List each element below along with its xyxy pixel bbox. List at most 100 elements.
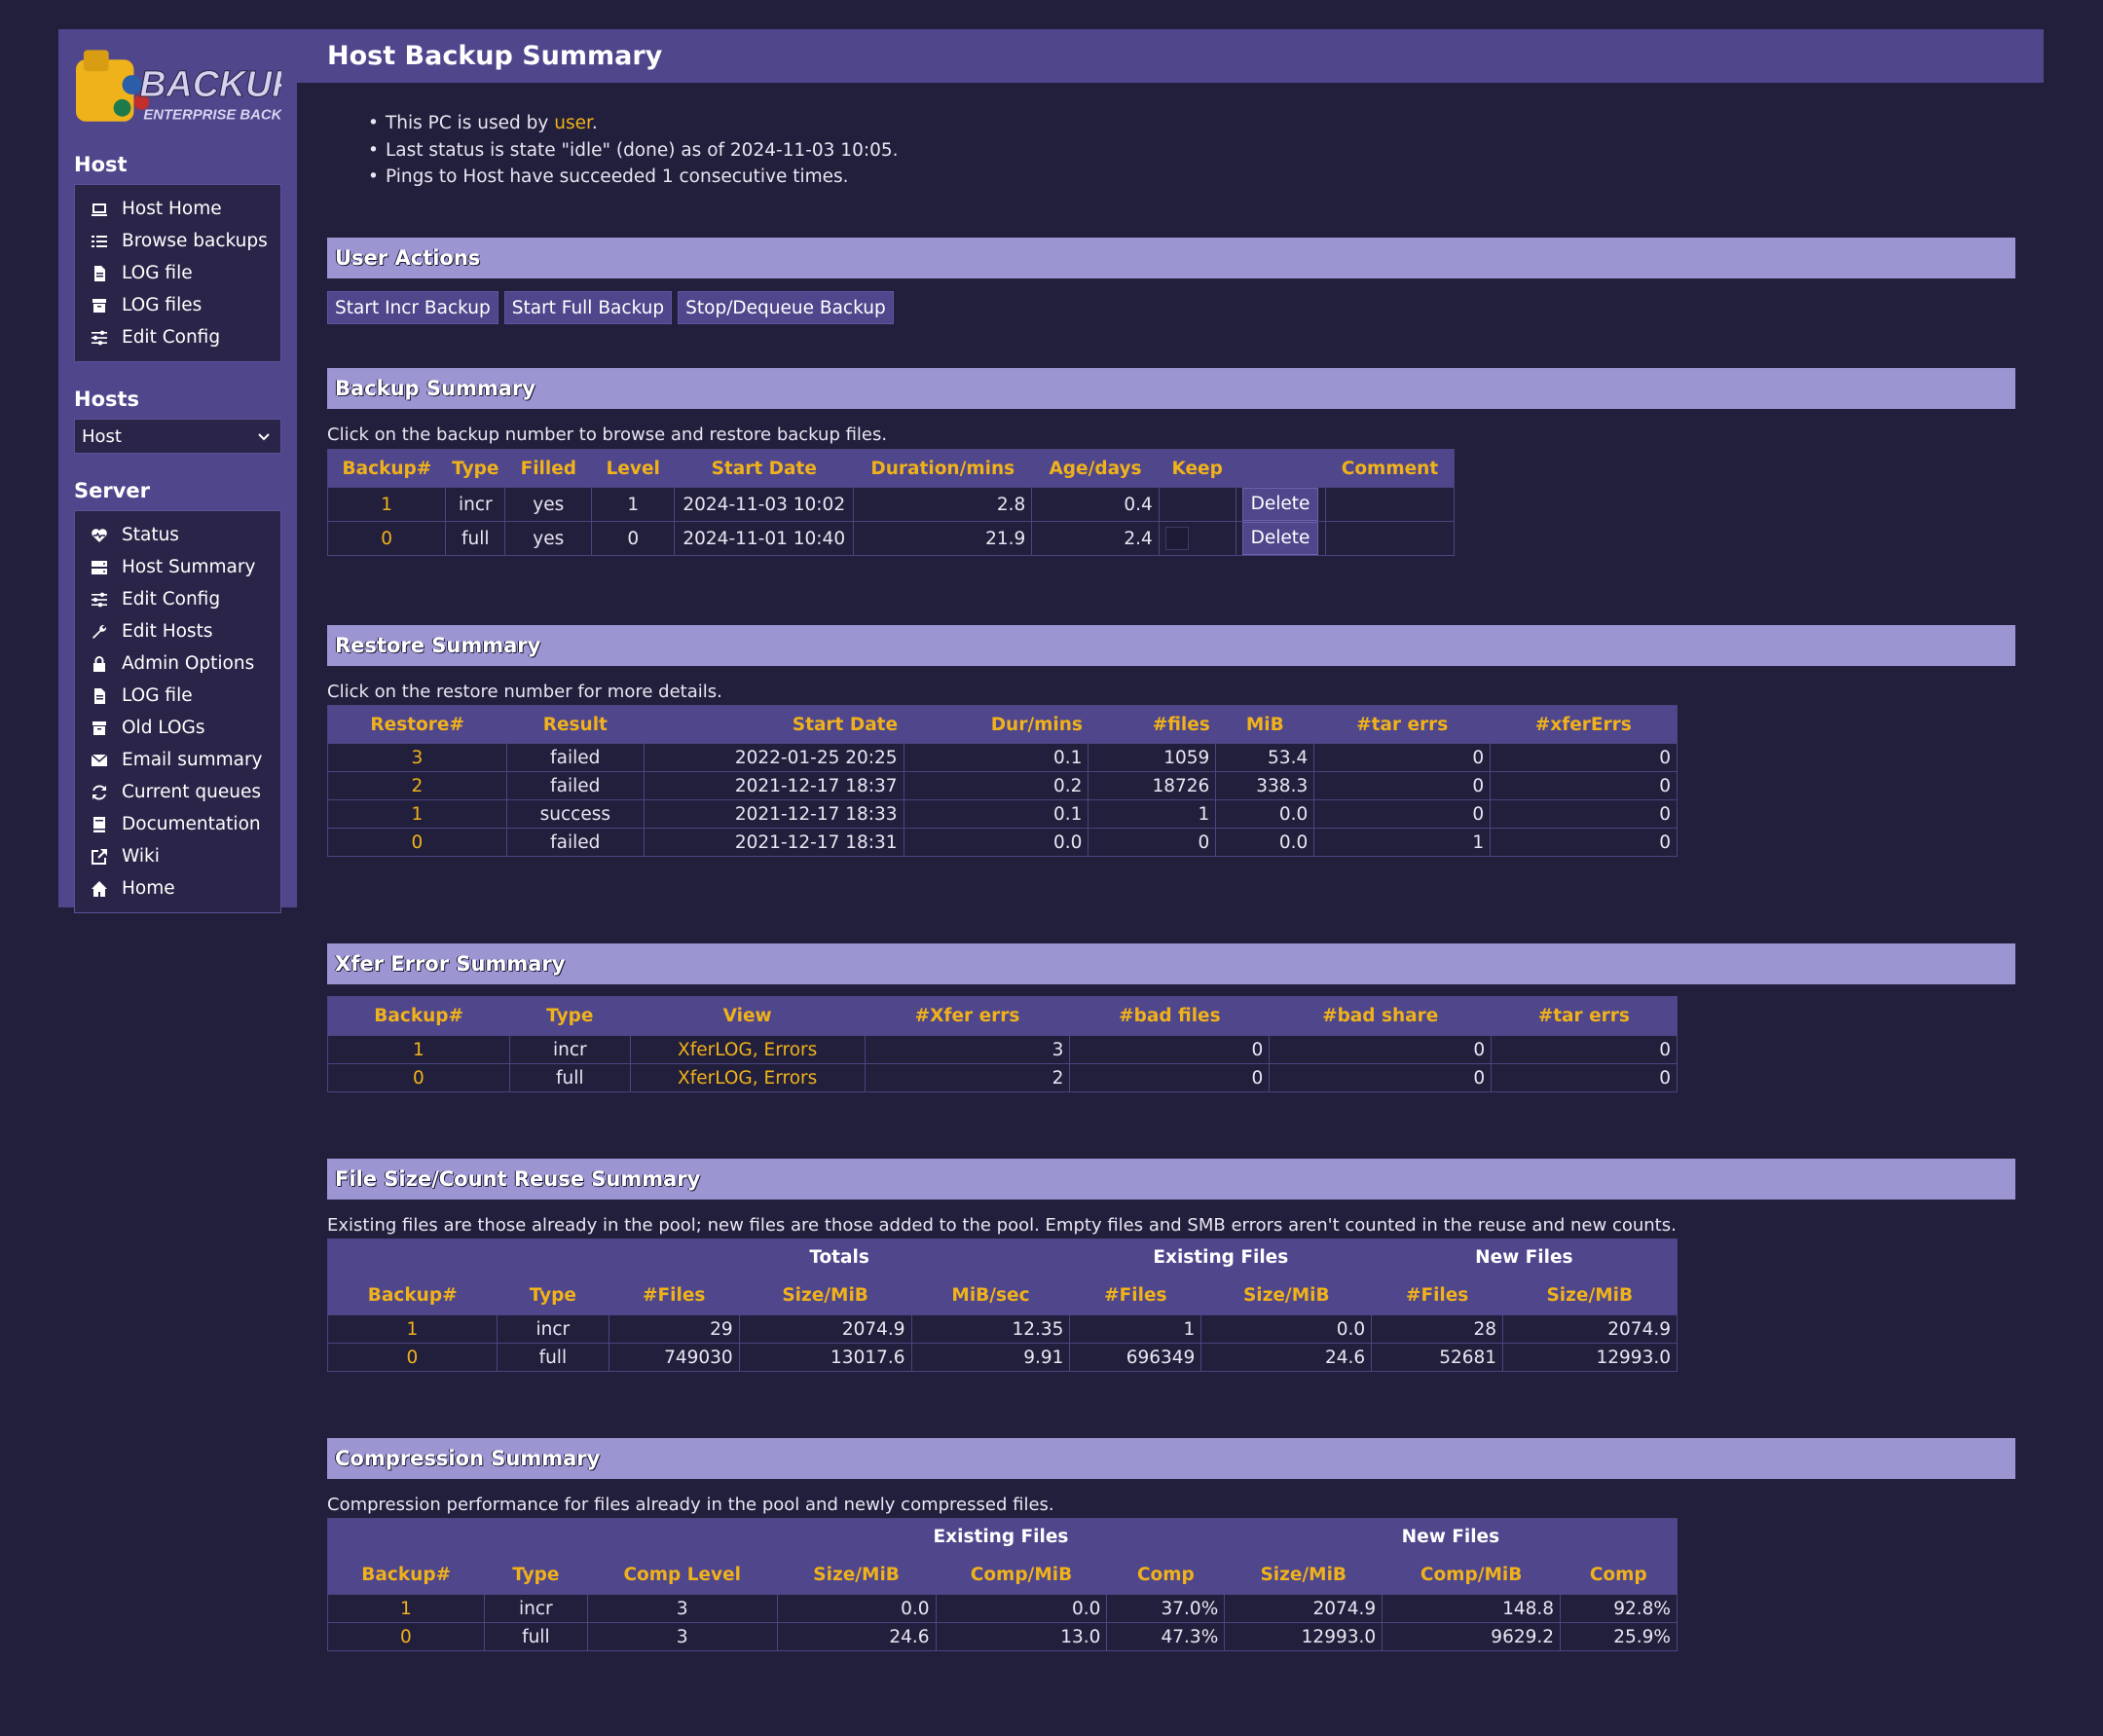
table-cell: 1	[327, 1594, 485, 1623]
errors-link[interactable]: Errors	[764, 1068, 818, 1089]
sidebar-item-wiki[interactable]: Wiki	[75, 840, 280, 872]
sidebar-item-host-summary[interactable]: Host Summary	[75, 551, 280, 583]
row-number-link[interactable]: 0	[407, 1348, 419, 1368]
backup-start-cell: 2024-11-03 10:02	[674, 487, 855, 522]
backup-summary-heading: Backup Summary	[327, 368, 2015, 409]
column-header: Start Date	[644, 705, 904, 744]
sidebar-item-log-file[interactable]: LOG file	[75, 257, 280, 289]
column-header: MiB/sec	[911, 1275, 1070, 1315]
sidebar-item-label: Email summary	[122, 750, 263, 770]
sidebar-item-log-file[interactable]: LOG file	[75, 680, 280, 712]
view-cell: XferLOG, Errors	[629, 1063, 866, 1092]
sidebar-item-old-logs[interactable]: Old LOGs	[75, 712, 280, 744]
row-number-link[interactable]: 1	[407, 1319, 419, 1340]
column-header: Comment	[1325, 449, 1455, 488]
row-number-link[interactable]: 3	[412, 748, 424, 768]
comp-group-new: New Files	[1224, 1518, 1678, 1556]
column-header: #Files	[609, 1275, 740, 1315]
table-cell: 0	[1491, 1035, 1678, 1064]
sliders-icon	[89, 329, 110, 347]
table-cell: 1	[327, 1035, 510, 1064]
sidebar-item-label: LOG file	[122, 685, 193, 706]
table-cell: 9629.2	[1382, 1622, 1562, 1651]
column-header: Level	[591, 449, 675, 488]
xferlog-link[interactable]: XferLOG	[678, 1040, 753, 1060]
sidebar-item-edit-config[interactable]: Edit Config	[75, 583, 280, 615]
delete-button[interactable]: Delete	[1241, 522, 1319, 555]
info-user-line: This PC is used by user.	[366, 113, 899, 140]
column-header: Restore#	[327, 705, 507, 744]
row-number-link[interactable]: 0	[413, 1068, 424, 1089]
info-user-period: .	[591, 113, 598, 133]
backup-type-cell: incr	[445, 487, 506, 522]
table-cell: 12993.0	[1502, 1343, 1678, 1372]
table-cell: 3	[864, 1035, 1071, 1064]
sidebar-item-label: Old LOGs	[122, 718, 205, 738]
column-header: #tar errs	[1491, 996, 1678, 1036]
sidebar-item-current-queues[interactable]: Current queues	[75, 776, 280, 808]
sidebar-item-admin-options[interactable]: Admin Options	[75, 647, 280, 680]
table-cell: 148.8	[1382, 1594, 1562, 1623]
column-header: #Files	[1371, 1275, 1503, 1315]
lock-icon	[89, 655, 110, 673]
sidebar-item-home[interactable]: Home	[75, 872, 280, 905]
host-select[interactable]: Host	[74, 419, 281, 454]
column-header: #tar errs	[1313, 705, 1491, 744]
xfer-row: 0 full XferLOG, Errors 2 0 0 0	[327, 1063, 1678, 1092]
sidebar-item-edit-config[interactable]: Edit Config	[75, 321, 280, 353]
backup-level-cell: 1	[591, 487, 676, 522]
sidebar-item-label: Documentation	[122, 814, 261, 834]
user-link[interactable]: user	[554, 113, 592, 133]
start-incr-backup-button[interactable]: Start Incr Backup	[327, 291, 498, 324]
reuse-summary-heading: File Size/Count Reuse Summary	[327, 1159, 2015, 1200]
refresh-icon	[89, 784, 110, 801]
backup-number-link[interactable]: 0	[381, 529, 392, 549]
backup-filled-cell: yes	[504, 487, 593, 522]
start-full-backup-button[interactable]: Start Full Backup	[503, 291, 673, 324]
logo-icon: BACKUP PC ENTERPRISE BACKUP	[75, 49, 281, 123]
table-cell: 0.0	[1200, 1314, 1373, 1344]
row-number-link[interactable]: 1	[400, 1599, 412, 1619]
backup-row: 0 full yes 0 2024-11-01 10:40 21.9 2.4 Delete	[326, 521, 1455, 556]
file-icon	[89, 687, 110, 705]
reuse-group-blank	[327, 1238, 609, 1276]
reuse-row: 1 incr 29 2074.9 12.35 1 0.0 28 2074.9	[327, 1314, 1678, 1344]
xferlog-link[interactable]: XferLOG	[678, 1068, 753, 1089]
info-status-line: Last status is state "idle" (done) as of…	[366, 140, 899, 167]
xfer-error-summary-heading: Xfer Error Summary	[327, 943, 2015, 984]
backuppc-logo[interactable]: BACKUP PC ENTERPRISE BACKUP	[74, 43, 281, 135]
stop-dequeue-backup-button[interactable]: Stop/Dequeue Backup	[678, 291, 894, 324]
sidebar-item-log-files[interactable]: LOG files	[75, 289, 280, 321]
sidebar-item-host-home[interactable]: Host Home	[75, 193, 280, 225]
column-header: Backup#	[327, 996, 510, 1036]
delete-button[interactable]: Delete	[1241, 488, 1319, 521]
restore-summary-desc: Click on the restore number for more det…	[327, 682, 722, 702]
sidebar-item-email-summary[interactable]: Email summary	[75, 744, 280, 776]
table-cell: 338.3	[1215, 771, 1315, 800]
column-header: Age/days	[1031, 449, 1160, 488]
row-number-link[interactable]: 1	[413, 1040, 424, 1060]
table-cell: 2021-12-17 18:31	[643, 828, 904, 857]
sidebar-item-edit-hosts[interactable]: Edit Hosts	[75, 615, 280, 647]
user-actions-heading: User Actions	[327, 238, 2015, 278]
keep-checkbox[interactable]	[1164, 527, 1189, 550]
sidebar-item-label: LOG file	[122, 263, 193, 283]
table-cell: 24.6	[776, 1622, 937, 1651]
sidebar-item-status[interactable]: Status	[75, 519, 280, 551]
table-cell: 1	[327, 1314, 498, 1344]
row-number-link[interactable]: 2	[412, 776, 424, 796]
row-number-link[interactable]: 0	[412, 832, 424, 853]
compression-summary-table: Existing Files New Files Backup# Type Comp…	[327, 1518, 1678, 1651]
table-cell: 3	[586, 1594, 778, 1623]
row-number-link[interactable]: 0	[400, 1627, 412, 1647]
table-cell: failed	[505, 828, 645, 857]
errors-link[interactable]: Errors	[764, 1040, 818, 1060]
backup-number-link[interactable]: 1	[381, 495, 392, 515]
table-cell: 1059	[1088, 743, 1217, 772]
row-number-link[interactable]: 1	[412, 804, 424, 825]
table-cell: 12.35	[910, 1314, 1071, 1344]
sidebar-item-documentation[interactable]: Documentation	[75, 808, 280, 840]
table-cell: 0	[1313, 799, 1492, 829]
column-header: View	[630, 996, 866, 1036]
sidebar-item-browse-backups[interactable]: Browse backups	[75, 225, 280, 257]
